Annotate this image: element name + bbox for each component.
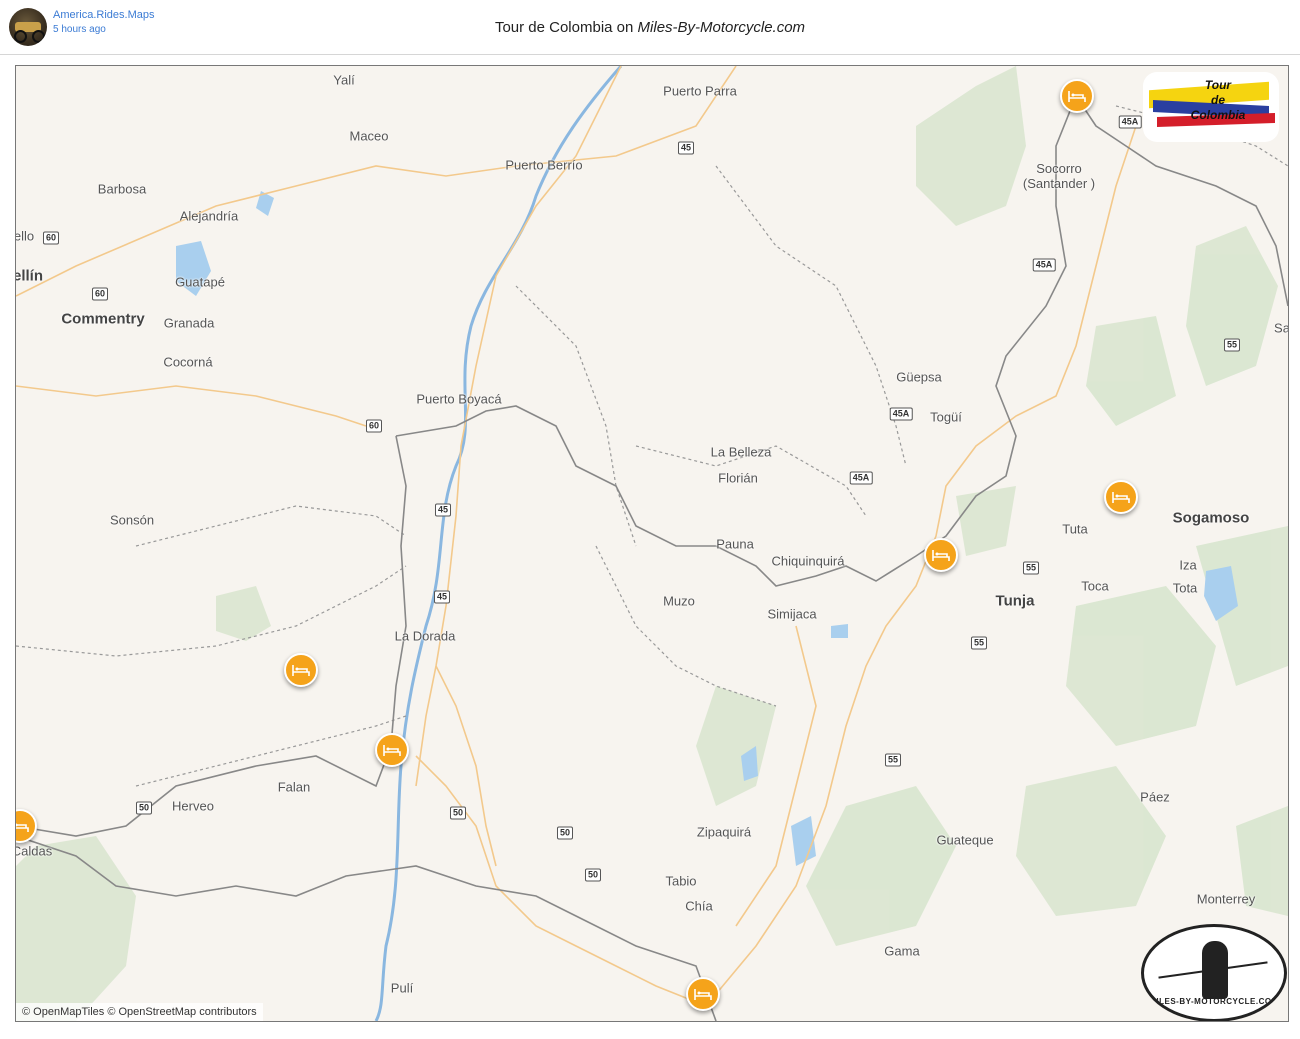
hotel-marker[interactable] — [686, 977, 720, 1011]
place-label: Florián — [718, 470, 758, 486]
road-shield: 60 — [42, 231, 60, 245]
place-label: Tunja — [995, 592, 1035, 610]
place-label: Maceo — [349, 128, 389, 144]
road-shield: 60 — [365, 419, 383, 433]
place-label: Tuta — [1062, 521, 1088, 537]
bed-icon — [694, 989, 712, 1000]
bed-icon — [383, 745, 401, 756]
road-shield: 55 — [970, 636, 988, 650]
place-label: Yalí — [333, 72, 355, 88]
bed-icon — [932, 550, 950, 561]
bed-icon — [1068, 91, 1086, 102]
title-site: Miles-By-Motorcycle.com — [637, 19, 806, 36]
place-label: Tota — [1172, 580, 1198, 596]
place-label: Puerto Parra — [663, 83, 737, 99]
place-label: ellín — [15, 267, 44, 285]
logo-text: MILES-BY-MOTORCYCLE.COM — [1149, 997, 1279, 1006]
road-shield: 45 — [433, 590, 451, 604]
title-prefix: Tour de Colombia on — [494, 19, 638, 36]
place-label: Monterrey — [1196, 891, 1256, 907]
place-label: Socorro (Santander ) — [1022, 161, 1096, 191]
place-label: Chía — [685, 898, 713, 914]
road-shield: 55 — [1022, 561, 1040, 575]
tour-de-colombia-logo: Tour de Colombia — [1143, 72, 1279, 142]
place-label: Tabio — [665, 873, 697, 889]
place-label: Herveo — [172, 798, 214, 814]
place-label: Chiquinquirá — [771, 553, 845, 569]
road-shield: 45 — [677, 141, 695, 155]
place-label: Sogamoso — [1172, 509, 1250, 527]
logo-text: Tour — [1204, 78, 1232, 92]
place-label: Pauna — [716, 536, 754, 552]
place-label: Páez — [1140, 789, 1170, 805]
logo-text: Colombia — [1190, 108, 1246, 122]
place-label: ello — [15, 228, 35, 244]
place-label: Cocorná — [163, 354, 213, 370]
place-label: Granada — [163, 315, 215, 331]
hotel-marker[interactable] — [375, 733, 409, 767]
place-label: Puerto Boyacá — [416, 391, 502, 407]
hotel-marker[interactable] — [1104, 480, 1138, 514]
place-label: Sonsón — [109, 512, 155, 528]
bed-icon — [292, 665, 310, 676]
place-label: Gama — [884, 943, 920, 959]
place-label: Zipaquirá — [696, 824, 752, 840]
place-label: Barbosa — [97, 181, 147, 197]
road-shield: 50 — [584, 868, 602, 882]
road-shield: 50 — [556, 826, 574, 840]
page-title: Tour de Colombia on Miles-By-Motorcycle.… — [0, 19, 1300, 36]
road-shield: 55 — [1223, 338, 1241, 352]
place-label: Togüí — [930, 409, 962, 425]
road-shield: 45A — [849, 471, 873, 485]
place-label: Simijaca — [767, 606, 817, 622]
place-label: Guatapé — [175, 274, 225, 290]
place-label: Toca — [1081, 578, 1109, 594]
road-shield: 50 — [135, 801, 153, 815]
hotel-marker[interactable] — [1060, 79, 1094, 113]
bed-icon — [1112, 492, 1130, 503]
road-shield: 60 — [91, 287, 109, 301]
place-label: Caldas — [15, 843, 53, 859]
bed-icon — [16, 823, 29, 832]
road-shield: 45A — [1118, 115, 1142, 129]
miles-by-motorcycle-logo: MILES-BY-MOTORCYCLE.COM — [1141, 924, 1287, 1021]
place-label: Iza — [1179, 557, 1197, 573]
post-header: America.Rides.Maps 5 hours ago Tour de C… — [0, 0, 1300, 55]
road-shield: 45A — [889, 407, 913, 421]
road-shield: 45 — [434, 503, 452, 517]
road-shield: 55 — [884, 753, 902, 767]
place-label: Pulí — [390, 980, 414, 996]
place-label: Güepsa — [896, 369, 942, 385]
road-shield: 45A — [1032, 258, 1056, 272]
place-label: Puerto Berrío — [505, 157, 583, 173]
map-view[interactable]: Yalí Maceo Puerto Parra Puerto Berrío Ba… — [15, 65, 1289, 1022]
place-label: Falan — [277, 779, 311, 795]
hotel-marker[interactable] — [924, 538, 958, 572]
map-attribution[interactable]: © OpenMapTiles © OpenStreetMap contribut… — [16, 1003, 263, 1021]
place-label: La Dorada — [394, 628, 456, 644]
place-label: La Belleza — [710, 444, 772, 460]
place-label: Guateque — [936, 832, 994, 848]
hotel-marker[interactable] — [284, 653, 318, 687]
road-shield: 50 — [449, 806, 467, 820]
place-label: Muzo — [663, 593, 695, 609]
logo-text: de — [1210, 93, 1225, 107]
place-label: Commentry — [61, 310, 145, 328]
place-label: Alejandría — [179, 208, 239, 224]
place-label: Sa — [1274, 320, 1289, 336]
